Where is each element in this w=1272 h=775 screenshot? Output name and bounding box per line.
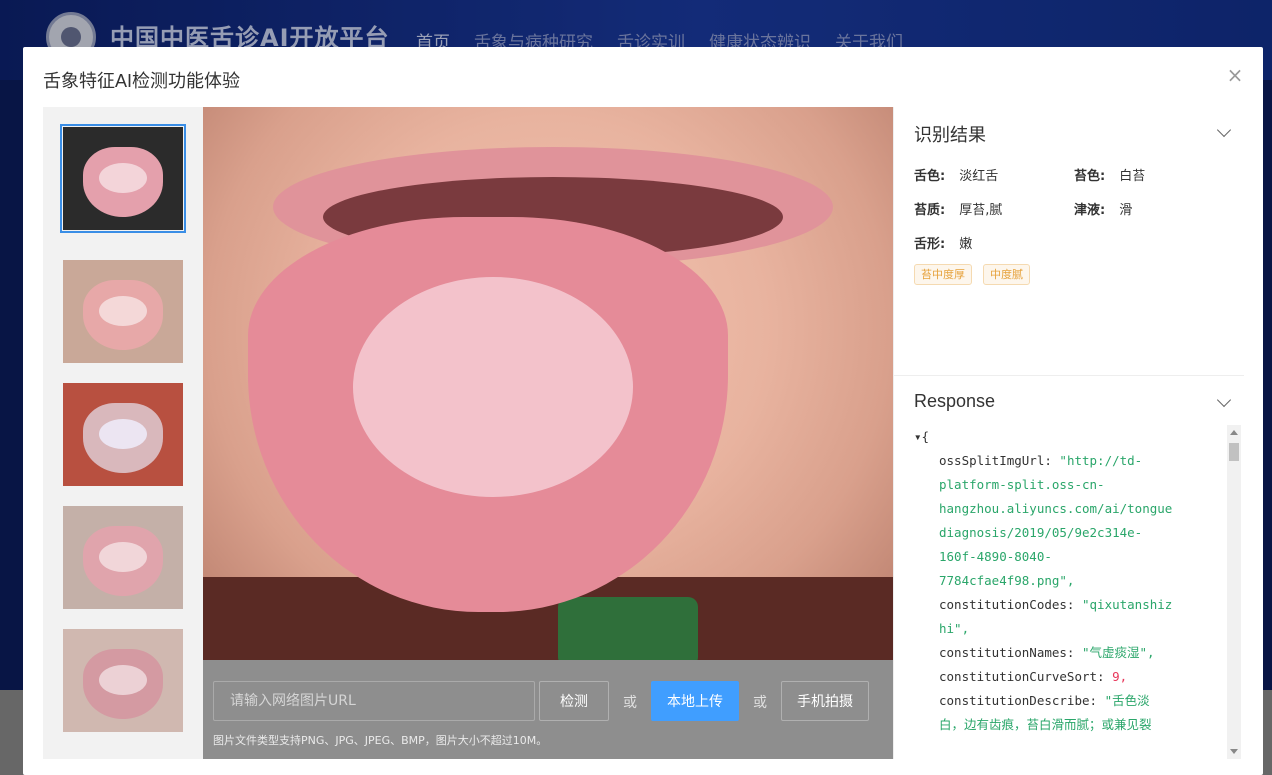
photo-tongue-coating	[353, 277, 633, 497]
phone-capture-button[interactable]: 手机拍摄	[781, 681, 869, 721]
upload-controls: 检测 或 本地上传 或 手机拍摄 图片文件类型支持PNG、JPG、JPEG、BM…	[203, 660, 893, 759]
photo-shirt-green	[558, 597, 698, 660]
json-key: constitutionNames:	[939, 645, 1082, 660]
json-line: constitutionDescribe: "舌色淡	[914, 689, 1234, 713]
thumbnail-coat	[99, 665, 147, 695]
thumbnail-coat	[99, 163, 147, 193]
response-json: ▾{ossSplitImgUrl: "http://td-platform-sp…	[914, 425, 1234, 759]
thumbnail-5[interactable]	[63, 629, 183, 732]
result-panel: 识别结果 舌色: 淡红舌 苔色: 白苔 苔质: 厚苔,腻 津液: 滑 舌形: 嫩 苔中度厚…	[893, 107, 1244, 759]
json-line: hi",	[914, 617, 1234, 641]
tongue-color-field: 舌色: 淡红舌	[914, 165, 998, 184]
field-value: 嫩	[959, 237, 973, 252]
coat-color-field: 苔色: 白苔	[1074, 165, 1145, 184]
json-value: "舌色淡	[1104, 693, 1150, 708]
json-line: constitutionCurveSort: 9,	[914, 665, 1234, 689]
json-value: 160f-4890-8040-	[939, 549, 1052, 564]
scroll-thumb[interactable]	[1229, 443, 1239, 461]
json-value: 白，边有齿痕，苔白滑而腻；或兼见裂	[939, 717, 1152, 732]
json-line: 160f-4890-8040-	[914, 545, 1234, 569]
json-value: platform-split.oss-cn-	[939, 477, 1105, 492]
json-line: hangzhou.aliyuncs.com/ai/tongue	[914, 497, 1234, 521]
local-upload-button[interactable]: 本地上传	[651, 681, 739, 721]
json-line: constitutionCodes: "qixutanshiz	[914, 593, 1234, 617]
result-tag: 中度腻	[983, 264, 1030, 285]
result-header: 识别结果	[914, 125, 986, 145]
json-value: 7784cfae4f98.png",	[939, 573, 1075, 588]
json-value: diagnosis/2019/05/9e2c314e-	[939, 525, 1143, 540]
thumbnail-1[interactable]	[60, 124, 186, 233]
detect-button[interactable]: 检测	[539, 681, 609, 721]
json-value: "气虚痰湿",	[1082, 645, 1155, 660]
panel-divider	[894, 375, 1244, 376]
json-value: "qixutanshiz	[1082, 597, 1173, 612]
field-key: 苔色:	[1074, 169, 1106, 184]
json-line: ▾{	[914, 425, 1234, 449]
thumbnail-coat	[99, 296, 147, 326]
field-key: 津液:	[1074, 203, 1106, 218]
json-line: ossSplitImgUrl: "http://td-	[914, 449, 1234, 473]
close-icon[interactable]: ×	[1225, 65, 1245, 85]
or-text: 或	[753, 695, 767, 711]
chevron-down-icon[interactable]	[1217, 125, 1231, 139]
result-tag: 苔中度厚	[914, 264, 972, 285]
scrollbar[interactable]	[1227, 425, 1241, 759]
field-value: 白苔	[1119, 169, 1146, 184]
scroll-down-icon[interactable]	[1230, 749, 1238, 754]
json-value: hangzhou.aliyuncs.com/ai/tongue	[939, 501, 1173, 516]
scroll-up-icon[interactable]	[1230, 430, 1238, 435]
response-header: Response	[914, 391, 996, 411]
json-line: 7784cfae4f98.png",	[914, 569, 1234, 593]
field-value: 厚苔,腻	[959, 203, 1003, 218]
thumbnail-3[interactable]	[63, 383, 183, 486]
tongue-shape-field: 舌形: 嫩	[914, 233, 972, 252]
json-value: hi",	[939, 621, 970, 636]
json-brace: {	[921, 429, 930, 444]
thumbnail-coat	[99, 542, 147, 572]
field-key: 舌形:	[914, 237, 946, 252]
json-key: constitutionCurveSort:	[939, 669, 1113, 684]
json-key: constitutionDescribe:	[939, 693, 1105, 708]
tongue-photo	[203, 107, 893, 660]
json-line: platform-split.oss-cn-	[914, 473, 1234, 497]
ai-detect-modal: 舌象特征AI检测功能体验 × 请输入网络图片URL 检测 或 本地上传 或 手机…	[23, 47, 1263, 775]
collapse-triangle-icon[interactable]: ▾	[914, 429, 922, 444]
modal-title: 舌象特征AI检测功能体验	[43, 71, 241, 91]
json-line: constitutionNames: "气虚痰湿",	[914, 641, 1234, 665]
json-key: constitutionCodes:	[939, 597, 1082, 612]
field-value: 淡红舌	[959, 169, 999, 184]
file-type-hint: 图片文件类型支持PNG、JPG、JPEG、BMP，图片大小不超过10M。	[213, 734, 548, 747]
thumbnail-coat	[99, 419, 147, 449]
image-url-input[interactable]	[213, 681, 535, 721]
json-value: 9,	[1112, 669, 1128, 684]
field-key: 舌色:	[914, 169, 946, 184]
field-key: 苔质:	[914, 203, 946, 218]
thumbnail-4[interactable]	[63, 506, 183, 609]
thumbnail-list	[43, 107, 203, 759]
json-value: "http://td-	[1059, 453, 1143, 468]
json-key: ossSplitImgUrl:	[939, 453, 1060, 468]
fluid-field: 津液: 滑	[1074, 199, 1132, 218]
chevron-down-icon[interactable]	[1217, 395, 1231, 409]
field-value: 滑	[1119, 203, 1133, 218]
json-line: diagnosis/2019/05/9e2c314e-	[914, 521, 1234, 545]
coat-quality-field: 苔质: 厚苔,腻	[914, 199, 1002, 218]
json-line: 白，边有齿痕，苔白滑而腻；或兼见裂	[914, 713, 1234, 737]
thumbnail-2[interactable]	[63, 260, 183, 363]
or-text: 或	[623, 695, 637, 711]
